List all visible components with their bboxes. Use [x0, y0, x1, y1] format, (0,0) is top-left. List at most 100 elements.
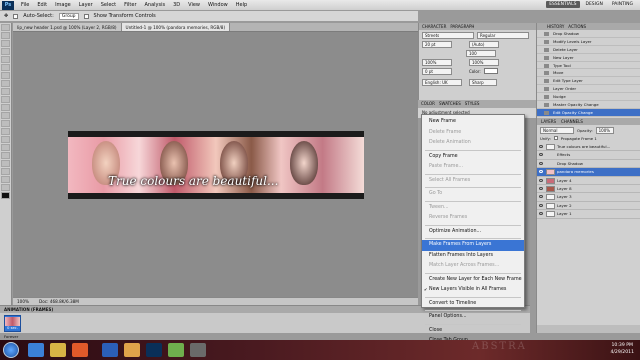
- zoom-tool-button[interactable]: [1, 184, 10, 191]
- menu-help[interactable]: Help: [232, 2, 251, 8]
- workspace-design[interactable]: DESIGN: [583, 1, 606, 8]
- tab-channels[interactable]: CHANNELS: [561, 118, 583, 125]
- stamp-tool-button[interactable]: [1, 88, 10, 95]
- history-item[interactable]: Layer Order: [537, 85, 640, 94]
- menu-file[interactable]: File: [17, 2, 33, 8]
- crop-tool-button[interactable]: [1, 56, 10, 63]
- menu-view[interactable]: View: [184, 2, 204, 8]
- app-icon[interactable]: [190, 343, 206, 357]
- font-family-select[interactable]: Streets: [422, 32, 474, 39]
- menu-image[interactable]: Image: [51, 2, 75, 8]
- context-menu-item[interactable]: Create New Layer for Each New Frame: [422, 275, 524, 286]
- firefox-icon[interactable]: [72, 343, 88, 357]
- context-menu-item[interactable]: Panel Options...: [422, 312, 524, 323]
- layer-row[interactable]: Layer 8: [537, 185, 640, 194]
- layer-row[interactable]: Layer 3: [537, 193, 640, 202]
- layer-row[interactable]: Layer 2: [537, 202, 640, 211]
- explorer-icon[interactable]: [50, 343, 66, 357]
- history-item[interactable]: Master Opacity Change: [537, 101, 640, 109]
- leading-field[interactable]: (Auto): [469, 41, 499, 48]
- document-tab-1[interactable]: lip_new header 1.psd @ 100% (Layer 2, RG…: [13, 23, 122, 31]
- menu-layer[interactable]: Layer: [75, 2, 97, 8]
- type-tool-button[interactable]: [1, 144, 10, 151]
- eye-icon[interactable]: [539, 170, 543, 174]
- tab-paragraph[interactable]: PARAGRAPH: [450, 23, 474, 30]
- document-tab-2[interactable]: Untitled-1 @ 100% (pandora memories, RGB…: [121, 23, 231, 31]
- context-menu-item[interactable]: Copy Frame: [422, 152, 524, 163]
- loop-option[interactable]: Forever: [4, 334, 18, 339]
- history-item[interactable]: Drop Shadow: [537, 30, 640, 38]
- eye-icon[interactable]: [539, 145, 543, 148]
- gradient-tool-button[interactable]: [1, 112, 10, 119]
- propagate-checkbox[interactable]: [553, 136, 558, 140]
- language-select[interactable]: English: UK: [422, 79, 462, 86]
- hand-tool-button[interactable]: [1, 176, 10, 183]
- menu-window[interactable]: Window: [204, 2, 232, 8]
- history-item[interactable]: Modify Levels Layer: [537, 38, 640, 46]
- menu-3d[interactable]: 3D: [169, 2, 184, 8]
- menu-select[interactable]: Select: [97, 2, 120, 8]
- layer-row[interactable]: Drop Shadow: [537, 160, 640, 169]
- eye-icon[interactable]: [539, 203, 543, 207]
- antialias-select[interactable]: Sharp: [469, 79, 497, 86]
- brush-tool-button[interactable]: [1, 80, 10, 87]
- healing-tool-button[interactable]: [1, 72, 10, 79]
- horizontal-scale-field[interactable]: 100%: [469, 59, 499, 66]
- eye-icon[interactable]: [539, 195, 543, 199]
- history-item[interactable]: Move: [537, 69, 640, 78]
- tab-character[interactable]: CHARACTER: [422, 23, 446, 30]
- messenger-icon[interactable]: [168, 343, 184, 357]
- workspace-painting[interactable]: PAINTING: [609, 1, 636, 8]
- photoshop-icon[interactable]: [146, 343, 162, 357]
- context-menu-item[interactable]: Make Frames From Layers: [422, 240, 524, 251]
- layer-row[interactable]: Effects: [537, 151, 640, 160]
- eyedropper-tool-button[interactable]: [1, 64, 10, 71]
- history-brush-tool-button[interactable]: [1, 96, 10, 103]
- lasso-tool-button[interactable]: [1, 40, 10, 47]
- menu-analysis[interactable]: Analysis: [141, 2, 170, 8]
- baseline-shift-field[interactable]: 0 pt: [422, 68, 452, 75]
- start-button[interactable]: [3, 342, 19, 358]
- menu-edit[interactable]: Edit: [33, 2, 51, 8]
- auto-select-dropdown[interactable]: Group: [58, 12, 79, 20]
- ie-icon[interactable]: [28, 343, 44, 357]
- 3d-tool-button[interactable]: [1, 168, 10, 175]
- eye-icon[interactable]: [539, 153, 543, 157]
- zoom-level[interactable]: 100%: [17, 298, 29, 305]
- tab-styles[interactable]: STYLES: [465, 100, 480, 108]
- tab-layers[interactable]: LAYERS: [541, 118, 556, 125]
- history-item[interactable]: New Layer: [537, 54, 640, 62]
- system-clock[interactable]: 10:39 PM 4/29/2011: [610, 342, 634, 356]
- word-icon[interactable]: [102, 343, 118, 357]
- opacity-field[interactable]: 100%: [595, 127, 614, 134]
- show-transform-checkbox[interactable]: [83, 13, 89, 19]
- animation-frame-1[interactable]: 0 sec.: [4, 315, 21, 332]
- context-menu-item[interactable]: Close: [422, 326, 524, 337]
- context-menu-item[interactable]: New Layers Visible in All Frames: [422, 285, 524, 296]
- shape-tool-button[interactable]: [1, 160, 10, 167]
- marquee-tool-button[interactable]: [1, 32, 10, 39]
- history-item-selected[interactable]: Edit Opacity Change: [537, 108, 640, 117]
- font-style-select[interactable]: Regular: [477, 32, 529, 39]
- layer-row[interactable]: Layer 4: [537, 177, 640, 185]
- blur-tool-button[interactable]: [1, 120, 10, 127]
- eye-icon[interactable]: [539, 212, 543, 216]
- history-item[interactable]: Nudge: [537, 93, 640, 102]
- layer-row[interactable]: True colours are beautiful...: [537, 143, 640, 152]
- context-menu-item[interactable]: Flatten Frames Into Layers: [422, 251, 524, 262]
- auto-select-checkbox[interactable]: [13, 13, 19, 19]
- tab-actions[interactable]: ACTIONS: [568, 23, 586, 30]
- layer-row-selected[interactable]: pandora memories: [537, 168, 640, 177]
- vertical-scale-field[interactable]: 100%: [422, 59, 452, 66]
- quick-select-tool-button[interactable]: [1, 48, 10, 55]
- text-color-swatch[interactable]: [483, 68, 498, 74]
- context-menu-item[interactable]: Convert to Timeline: [422, 299, 524, 310]
- frame-delay[interactable]: 0 sec.: [5, 326, 20, 331]
- dodge-tool-button[interactable]: [1, 128, 10, 135]
- history-item[interactable]: Edit Type Layer: [537, 77, 640, 86]
- pen-tool-button[interactable]: [1, 136, 10, 143]
- context-menu-item[interactable]: New Frame: [422, 117, 524, 128]
- tab-color[interactable]: COLOR: [421, 100, 435, 108]
- workspace-essentials[interactable]: ESSENTIALS: [546, 1, 580, 8]
- eraser-tool-button[interactable]: [1, 104, 10, 111]
